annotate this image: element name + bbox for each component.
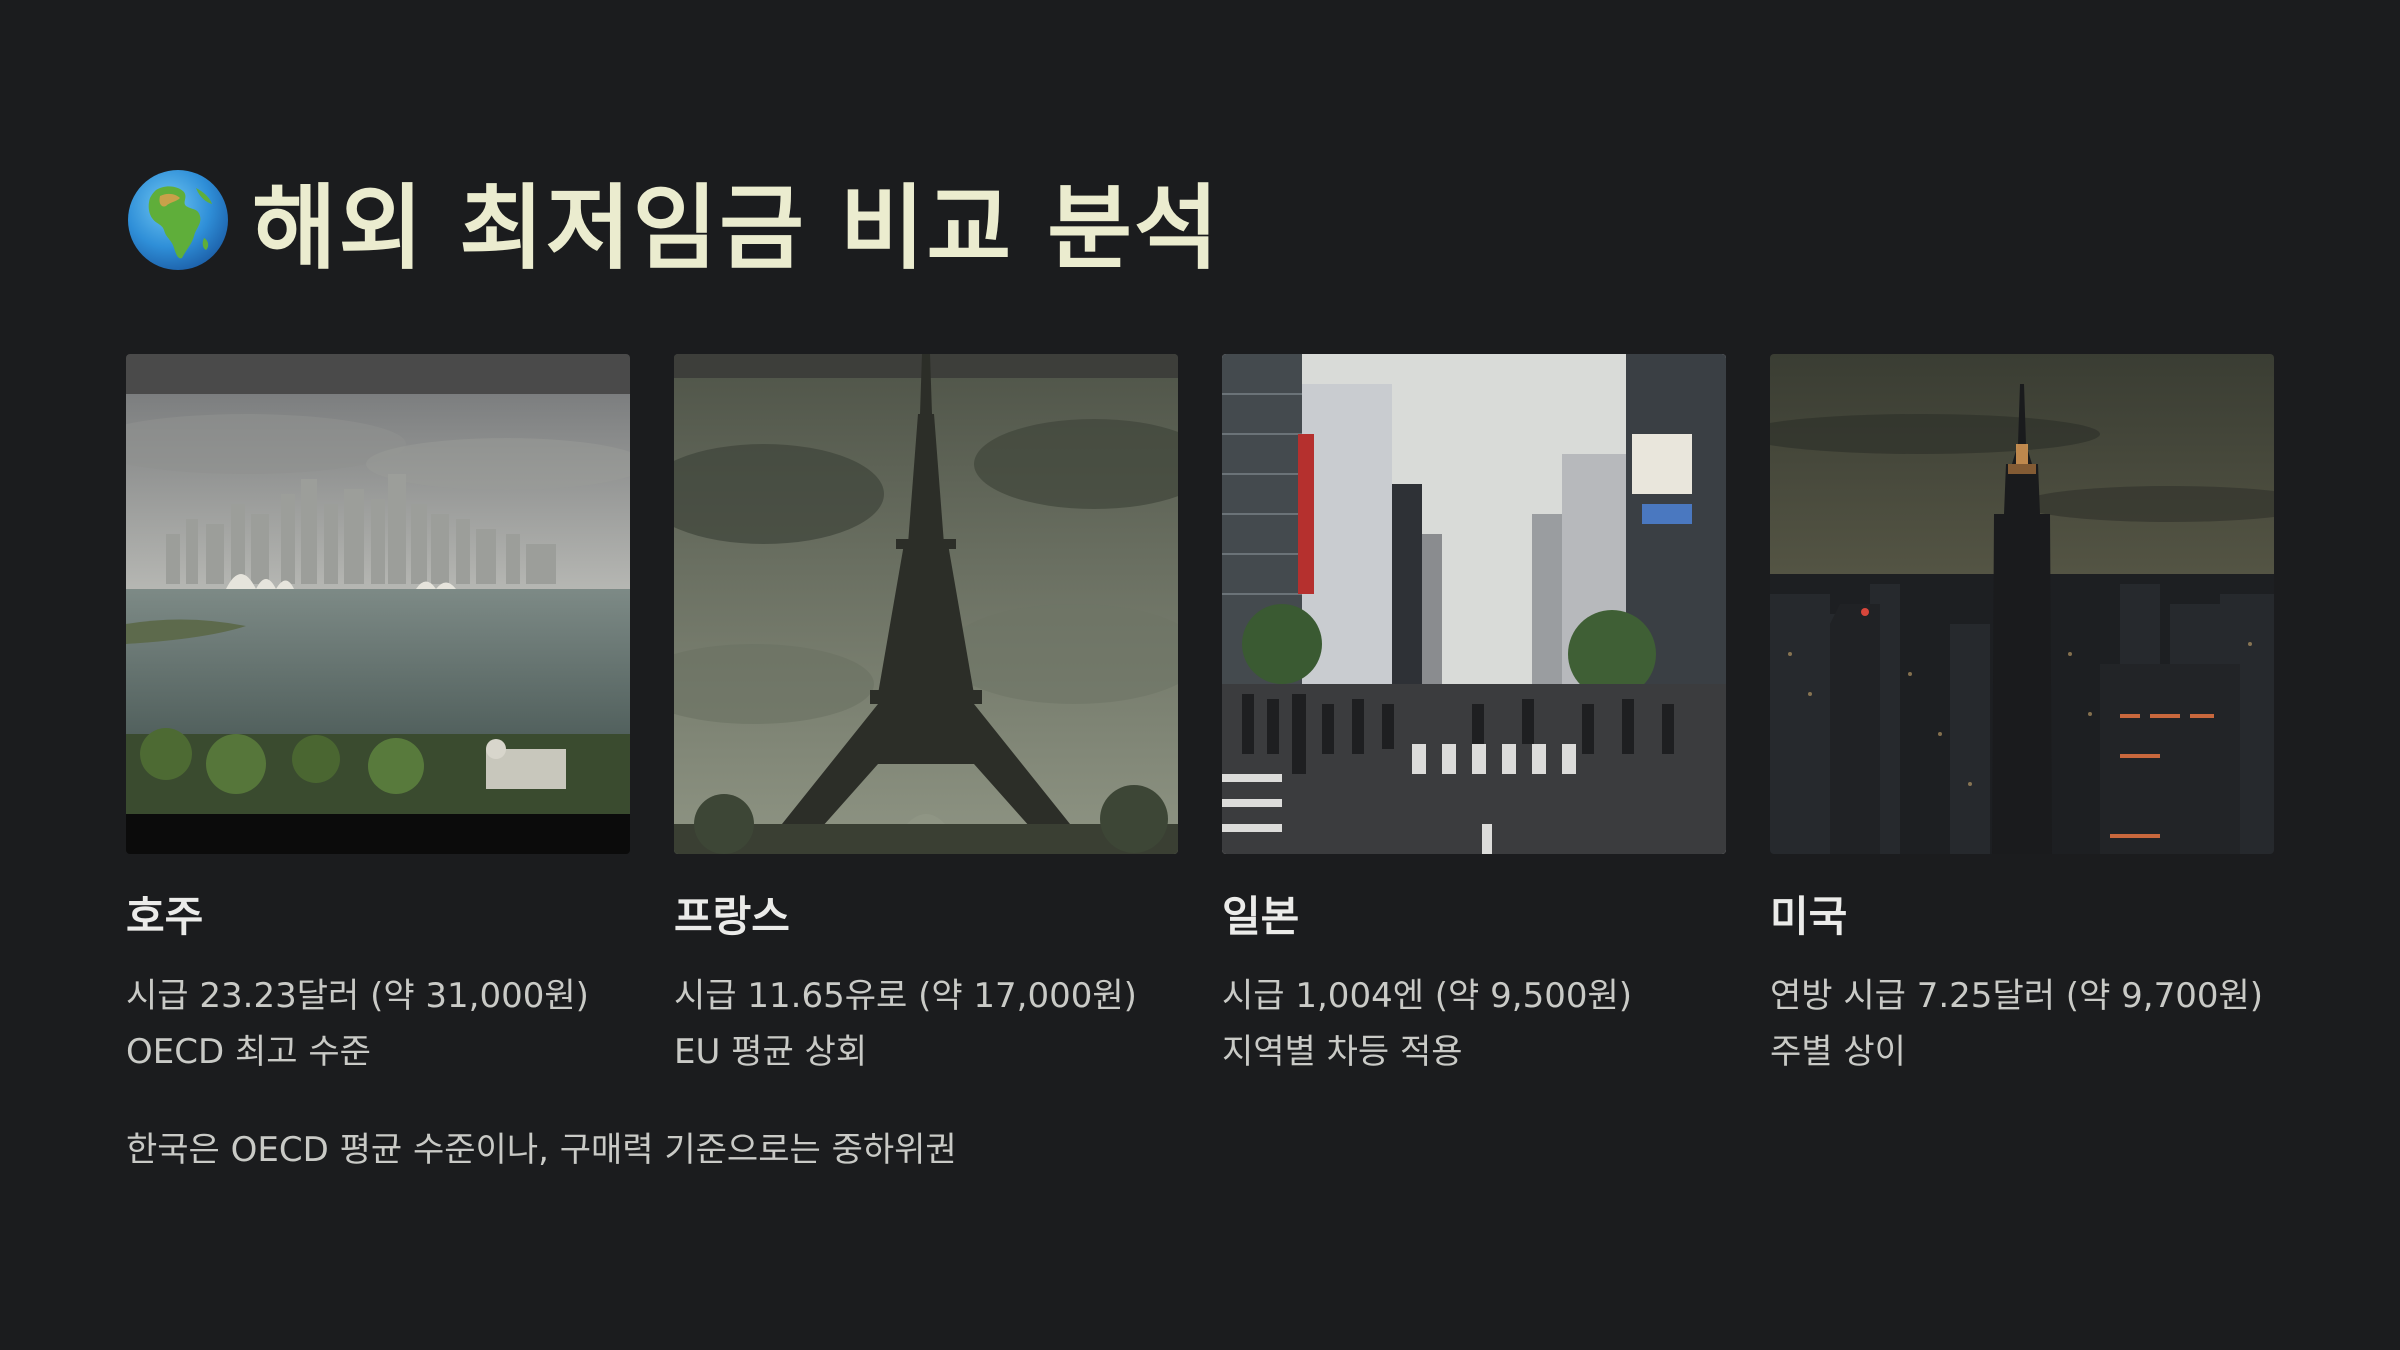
slide-title-row: 해외 최저임금 비교 분석 <box>126 160 1221 282</box>
card-australia: 호주 시급 23.23달러 (약 31,000원) OECD 최고 수준 <box>126 354 630 1080</box>
card-france: 프랑스 시급 11.65유로 (약 17,000원) EU 평균 상회 <box>674 354 1178 1080</box>
wage-note: 주별 상이 <box>1770 1032 1906 1072</box>
tokyo-street-crossing-photo <box>1222 354 1726 854</box>
country-name: 미국 <box>1770 892 1848 941</box>
country-name: 호주 <box>126 892 204 941</box>
wage-note: OECD 최고 수준 <box>126 1032 371 1072</box>
new-york-night-skyline-photo <box>1770 354 2274 854</box>
page-title: 해외 최저임금 비교 분석 <box>252 174 1221 282</box>
sydney-harbour-skyline-photo <box>126 354 630 854</box>
summary-footnote: 한국은 OECD 평균 수준이나, 구매력 기준으로는 중하위권 <box>126 1130 957 1170</box>
country-name: 일본 <box>1222 892 1300 941</box>
country-cards: 호주 시급 23.23달러 (약 31,000원) OECD 최고 수준 프랑스… <box>126 354 2274 1080</box>
eiffel-tower-photo <box>674 354 1178 854</box>
card-japan: 일본 시급 1,004엔 (약 9,500원) 지역별 차등 적용 <box>1222 354 1726 1080</box>
wage-note: EU 평균 상회 <box>674 1032 868 1072</box>
country-name: 프랑스 <box>674 892 790 941</box>
card-usa: 미국 연방 시급 7.25달러 (약 9,700원) 주별 상이 <box>1770 354 2274 1080</box>
wage-text: 시급 1,004엔 (약 9,500원) <box>1222 976 1633 1016</box>
wage-text: 연방 시급 7.25달러 (약 9,700원) <box>1770 976 2264 1016</box>
globe-africa-icon <box>128 170 228 270</box>
wage-text: 시급 11.65유로 (약 17,000원) <box>674 976 1137 1016</box>
wage-note: 지역별 차등 적용 <box>1222 1032 1463 1072</box>
wage-text: 시급 23.23달러 (약 31,000원) <box>126 976 589 1016</box>
